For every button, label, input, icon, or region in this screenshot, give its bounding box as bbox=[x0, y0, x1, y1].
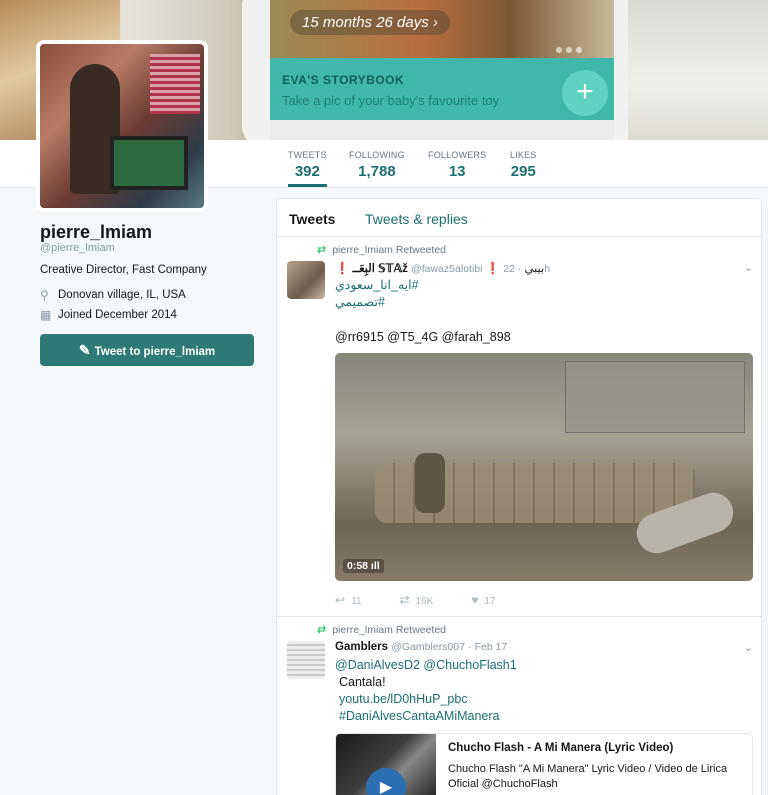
link-preview-card[interactable]: ▶ Chucho Flash - A Mi Manera (Lyric Vide… bbox=[335, 733, 753, 795]
tweet-hashtag[interactable]: #ايه_انا_سعودي bbox=[335, 277, 419, 294]
banner-storybook-title: EVA'S STORYBOOK bbox=[282, 73, 405, 87]
video-inset-frame bbox=[565, 361, 745, 433]
profile-avatar[interactable] bbox=[36, 40, 208, 212]
tweet-item[interactable]: ⇄ pierre_lmiam Retweeted ❗ البِعَــ 𝕊𝕋𝔸ž… bbox=[277, 237, 761, 617]
stat-tweets[interactable]: TWEETS 392 bbox=[288, 150, 327, 187]
tweet-author-avatar[interactable] bbox=[287, 261, 325, 299]
profile-joined-text: Joined December 2014 bbox=[58, 309, 177, 321]
tweet-timestamp[interactable]: · Feb 17 bbox=[468, 641, 507, 653]
stat-tweets-value: 392 bbox=[294, 163, 320, 180]
retweet-context: ⇄ pierre_lmiam Retweeted bbox=[317, 623, 446, 637]
stat-following-value: 1,788 bbox=[358, 163, 396, 180]
tweet-hashtag[interactable]: #تصميمي bbox=[335, 294, 419, 311]
retweet-context-text[interactable]: pierre_lmiam Retweeted bbox=[332, 244, 446, 256]
tweet-author-handle[interactable]: @Gamblers007 bbox=[391, 641, 465, 653]
tweet-video-media[interactable]: 0:58 ıll bbox=[335, 353, 753, 581]
profile-handle[interactable]: @pierre_lmiam bbox=[40, 242, 115, 254]
banner-storybook-subtitle: Take a pic of your baby's favourite toy bbox=[282, 93, 500, 108]
stat-followers-label: FOLLOWERS bbox=[428, 150, 487, 160]
tweet-text: #ايه_انا_سعودي #تصميمي bbox=[335, 277, 419, 311]
retweet-context: ⇄ pierre_lmiam Retweeted bbox=[317, 243, 446, 257]
tweet-mentions[interactable]: @rr6915 @T5_4G @farah_898 bbox=[335, 329, 511, 346]
profile-name[interactable]: pierre_lmiam bbox=[40, 222, 152, 243]
stat-likes-value: 295 bbox=[510, 163, 536, 180]
stat-following-label: FOLLOWING bbox=[349, 150, 405, 160]
banner-phone-strip bbox=[270, 120, 614, 140]
tweet-hashtag[interactable]: #DaniAlvesCantaAMiManera bbox=[335, 708, 517, 725]
compose-quill-icon: ✎ bbox=[78, 342, 91, 358]
location-pin-icon: ⚲ bbox=[40, 288, 49, 302]
profile-location-text: Donovan village, IL, USA bbox=[58, 289, 186, 301]
tab-tweets[interactable]: Tweets bbox=[289, 211, 335, 227]
heart-icon: ♥ bbox=[471, 593, 479, 607]
tweet-to-label: Tweet to pierre_lmiam bbox=[94, 346, 216, 358]
stat-likes-label: LIKES bbox=[510, 150, 537, 160]
tweet-to-button[interactable]: ✎ Tweet to pierre_lmiam bbox=[40, 334, 254, 366]
retweet-context-text[interactable]: pierre_lmiam Retweeted bbox=[332, 624, 446, 636]
reply-button[interactable]: ↩ 11 bbox=[335, 593, 361, 607]
like-button[interactable]: ♥ 17 bbox=[471, 593, 495, 607]
tweet-author-line: ❗ البِعَــ 𝕊𝕋𝔸ž @fawaz5alotibi ❗ بيبي · … bbox=[335, 261, 550, 275]
chevron-down-icon[interactable]: ⌄ bbox=[744, 261, 753, 274]
tweet-text-line: Cantala! bbox=[339, 675, 386, 689]
banner-right-photo bbox=[628, 0, 768, 140]
timeline: Tweets Tweets & replies ⇄ pierre_lmiam R… bbox=[276, 198, 762, 795]
retweet-icon: ⇄ bbox=[317, 244, 327, 256]
avatar-photo-monitor bbox=[110, 136, 188, 190]
banner-plus-icon: + bbox=[562, 70, 608, 116]
stat-following[interactable]: FOLLOWING 1,788 bbox=[349, 150, 405, 180]
profile-bio: Creative Director, Fast Company bbox=[40, 264, 207, 276]
tab-tweets-and-replies[interactable]: Tweets & replies bbox=[365, 211, 468, 227]
tweet-mentions[interactable]: @DaniAlvesD2 @ChuchoFlash1 bbox=[335, 657, 517, 674]
stat-followers[interactable]: FOLLOWERS 13 bbox=[428, 150, 486, 180]
tweet-actions: ↩ 11 ⇄ 16K ♥ 17 bbox=[335, 593, 496, 607]
tweet-item[interactable]: ⇄ pierre_lmiam Retweeted Gamblers @Gambl… bbox=[277, 617, 761, 795]
card-description: Chucho Flash "A Mi Manera" Lyric Video /… bbox=[448, 763, 728, 790]
banner-carousel-dots bbox=[556, 40, 596, 53]
chevron-down-icon[interactable]: ⌄ bbox=[744, 641, 753, 654]
profile-joined: ▦ Joined December 2014 bbox=[40, 308, 177, 322]
avatar-photo-blinds bbox=[150, 54, 200, 114]
banner-months-pill: 15 months 26 days › bbox=[290, 10, 450, 35]
stat-followers-value: 13 bbox=[448, 163, 466, 180]
stat-likes[interactable]: LIKES 295 bbox=[510, 150, 537, 180]
retweet-icon: ⇄ bbox=[317, 624, 327, 636]
reply-icon: ↩ bbox=[335, 593, 346, 607]
retweet-button[interactable]: ⇄ 16K bbox=[399, 593, 433, 607]
tweet-link[interactable]: youtu.be/lD0hHuP_pbc bbox=[335, 691, 517, 708]
tweet-text: @DaniAlvesD2 @ChuchoFlash1 Cantala! yout… bbox=[335, 657, 517, 725]
video-figure bbox=[415, 453, 445, 513]
profile-location: ⚲ Donovan village, IL, USA bbox=[40, 288, 186, 302]
retweet-icon: ⇄ bbox=[399, 593, 410, 607]
tweet-author-avatar[interactable] bbox=[287, 641, 325, 679]
card-title: Chucho Flash - A Mi Manera (Lyric Video) bbox=[448, 742, 674, 754]
stat-tweets-label: TWEETS bbox=[288, 150, 327, 160]
tweet-author-name[interactable]: ❗ البِعَــ 𝕊𝕋𝔸ž bbox=[335, 263, 408, 275]
tweet-author-handle[interactable]: @fawaz5alotibi bbox=[411, 263, 482, 275]
calendar-icon: ▦ bbox=[40, 308, 52, 322]
tweet-author-line: Gamblers @Gamblers007 · Feb 17 bbox=[335, 641, 507, 653]
tweet-author-name[interactable]: Gamblers bbox=[335, 641, 388, 653]
timeline-tabs: Tweets Tweets & replies bbox=[277, 199, 761, 237]
video-duration-badge: 0:58 ıll bbox=[343, 559, 384, 573]
